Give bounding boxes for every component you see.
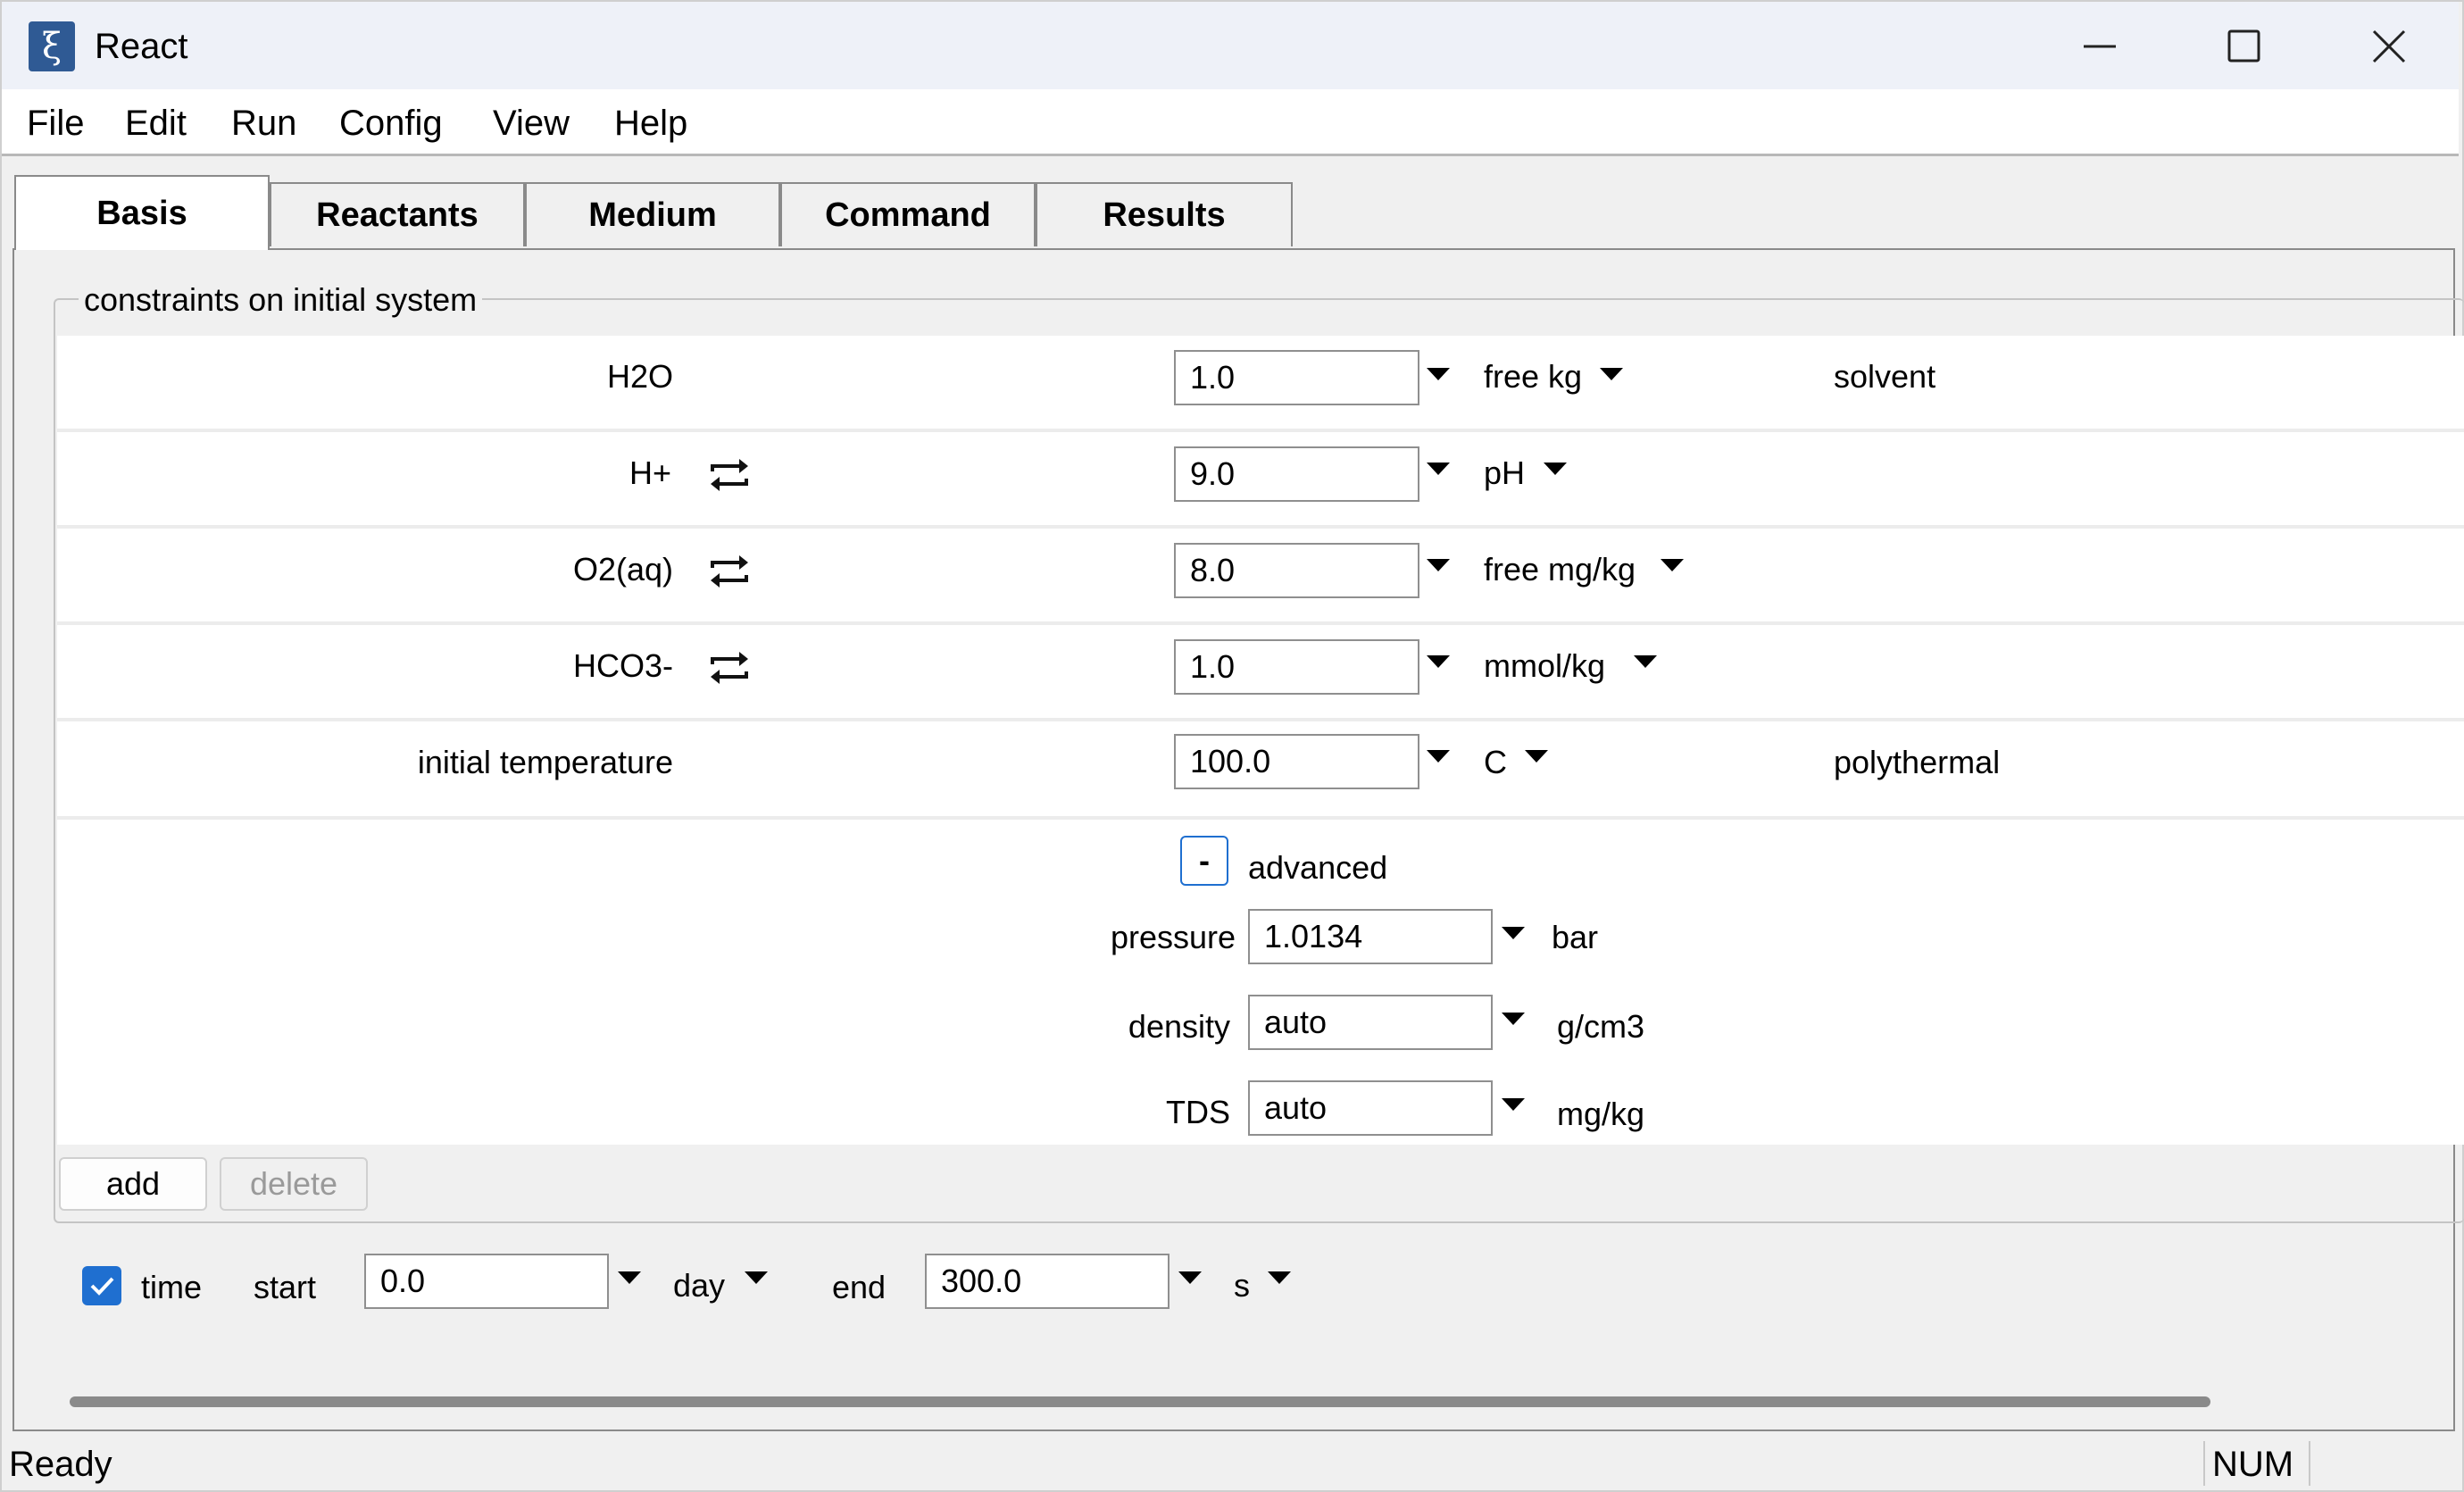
- num-lock-indicator: NUM: [2212, 1445, 2294, 1484]
- tab-medium[interactable]: Medium: [525, 182, 780, 246]
- value-field[interactable]: 1.0: [1174, 639, 1419, 695]
- close-button[interactable]: [2344, 18, 2434, 75]
- value-dropdown-icon[interactable]: [1427, 368, 1450, 380]
- checkmark-icon: [90, 1277, 114, 1296]
- tab-command[interactable]: Command: [780, 182, 1036, 246]
- unit-dropdown-icon[interactable]: [1661, 559, 1684, 571]
- unit-label[interactable]: mmol/kg: [1484, 646, 1605, 686]
- time-checkbox[interactable]: [82, 1266, 121, 1305]
- start-label: start: [254, 1269, 317, 1305]
- unit-dropdown-icon[interactable]: [1600, 368, 1623, 380]
- density-unit: g/cm3: [1557, 1008, 1645, 1045]
- menu-config[interactable]: Config: [339, 102, 443, 145]
- row-divider: [57, 525, 2464, 529]
- app-icon: ξ: [29, 21, 75, 71]
- title-bar: ξ React: [2, 2, 2459, 89]
- unit-label[interactable]: C: [1484, 743, 1507, 782]
- row-divider: [57, 718, 2464, 721]
- row-divider: [57, 621, 2464, 625]
- unit-dropdown-icon[interactable]: [1634, 655, 1657, 668]
- close-icon: [2372, 29, 2406, 63]
- value-dropdown-icon[interactable]: [1427, 655, 1450, 668]
- menu-bar: File Edit Run Config View Help: [2, 89, 2459, 156]
- start-field[interactable]: 0.0: [364, 1254, 609, 1309]
- density-label: density: [1128, 1008, 1230, 1045]
- tds-label: TDS: [1166, 1094, 1230, 1130]
- species-label[interactable]: HCO3-: [573, 646, 673, 686]
- delete-button[interactable]: delete: [220, 1157, 368, 1211]
- add-button[interactable]: add: [59, 1157, 207, 1211]
- unit-dropdown-icon[interactable]: [745, 1271, 768, 1284]
- end-field[interactable]: 300.0: [925, 1254, 1170, 1309]
- menu-run[interactable]: Run: [231, 102, 296, 145]
- unit-dropdown-icon[interactable]: [1525, 750, 1548, 763]
- end-label: end: [832, 1269, 887, 1305]
- maximize-button[interactable]: [2200, 18, 2289, 75]
- row-divider: [57, 816, 2464, 820]
- unit-dropdown-icon[interactable]: [1544, 463, 1567, 475]
- minimize-button[interactable]: [2055, 18, 2144, 75]
- value-field[interactable]: 8.0: [1174, 543, 1419, 598]
- time-label: time: [141, 1269, 203, 1305]
- unit-dropdown-icon[interactable]: [1268, 1271, 1291, 1284]
- status-bar: Ready NUM: [2, 1439, 2459, 1488]
- status-divider: [2309, 1441, 2310, 1486]
- minimize-icon: [2084, 45, 2116, 48]
- pressure-field[interactable]: 1.0134: [1248, 909, 1493, 964]
- status-divider: [2203, 1441, 2205, 1486]
- unit-label[interactable]: free mg/kg: [1484, 550, 1636, 589]
- swap-icon[interactable]: [707, 648, 752, 688]
- value-dropdown-icon[interactable]: [1427, 463, 1450, 475]
- species-label[interactable]: H2O: [607, 357, 673, 396]
- horizontal-scrollbar[interactable]: [70, 1396, 2210, 1407]
- tab-results[interactable]: Results: [1036, 182, 1293, 246]
- menu-view[interactable]: View: [493, 102, 570, 145]
- window-title: React: [95, 27, 188, 66]
- tab-reactants[interactable]: Reactants: [270, 182, 525, 246]
- tds-unit: mg/kg: [1557, 1096, 1645, 1132]
- row-note: solvent: [1834, 358, 1936, 395]
- menu-file[interactable]: File: [27, 102, 84, 145]
- tds-field[interactable]: auto: [1248, 1080, 1493, 1136]
- row-note: polythermal: [1834, 744, 2001, 780]
- value-dropdown-icon[interactable]: [1178, 1271, 1202, 1284]
- start-unit[interactable]: day: [673, 1266, 725, 1305]
- swap-icon[interactable]: [707, 552, 752, 591]
- species-label[interactable]: H+: [629, 454, 671, 493]
- value-dropdown-icon[interactable]: [1502, 927, 1525, 939]
- value-field[interactable]: 9.0: [1174, 446, 1419, 502]
- menu-help[interactable]: Help: [614, 102, 687, 145]
- end-unit[interactable]: s: [1234, 1266, 1250, 1305]
- status-text: Ready: [9, 1445, 112, 1484]
- unit-label[interactable]: pH: [1484, 454, 1525, 493]
- advanced-toggle-button[interactable]: -: [1180, 836, 1228, 886]
- pressure-unit: bar: [1552, 919, 1599, 955]
- unit-label[interactable]: free kg: [1484, 357, 1582, 396]
- maximize-icon: [2227, 29, 2260, 63]
- value-dropdown-icon[interactable]: [1502, 1013, 1525, 1025]
- species-label[interactable]: O2(aq): [573, 550, 673, 589]
- menu-edit[interactable]: Edit: [125, 102, 187, 145]
- group-title: constraints on initial system: [79, 280, 483, 320]
- value-dropdown-icon[interactable]: [618, 1271, 641, 1284]
- swap-icon[interactable]: [707, 455, 752, 495]
- advanced-label: advanced: [1248, 849, 1388, 886]
- value-dropdown-icon[interactable]: [1427, 559, 1450, 571]
- temperature-field[interactable]: 100.0: [1174, 734, 1419, 789]
- density-field[interactable]: auto: [1248, 995, 1493, 1050]
- row-divider: [57, 429, 2464, 432]
- tab-basis[interactable]: Basis: [14, 175, 270, 250]
- pressure-label: pressure: [1110, 919, 1236, 955]
- value-field[interactable]: 1.0: [1174, 350, 1419, 405]
- value-dropdown-icon[interactable]: [1427, 750, 1450, 763]
- temperature-label: initial temperature: [417, 744, 673, 780]
- value-dropdown-icon[interactable]: [1502, 1098, 1525, 1111]
